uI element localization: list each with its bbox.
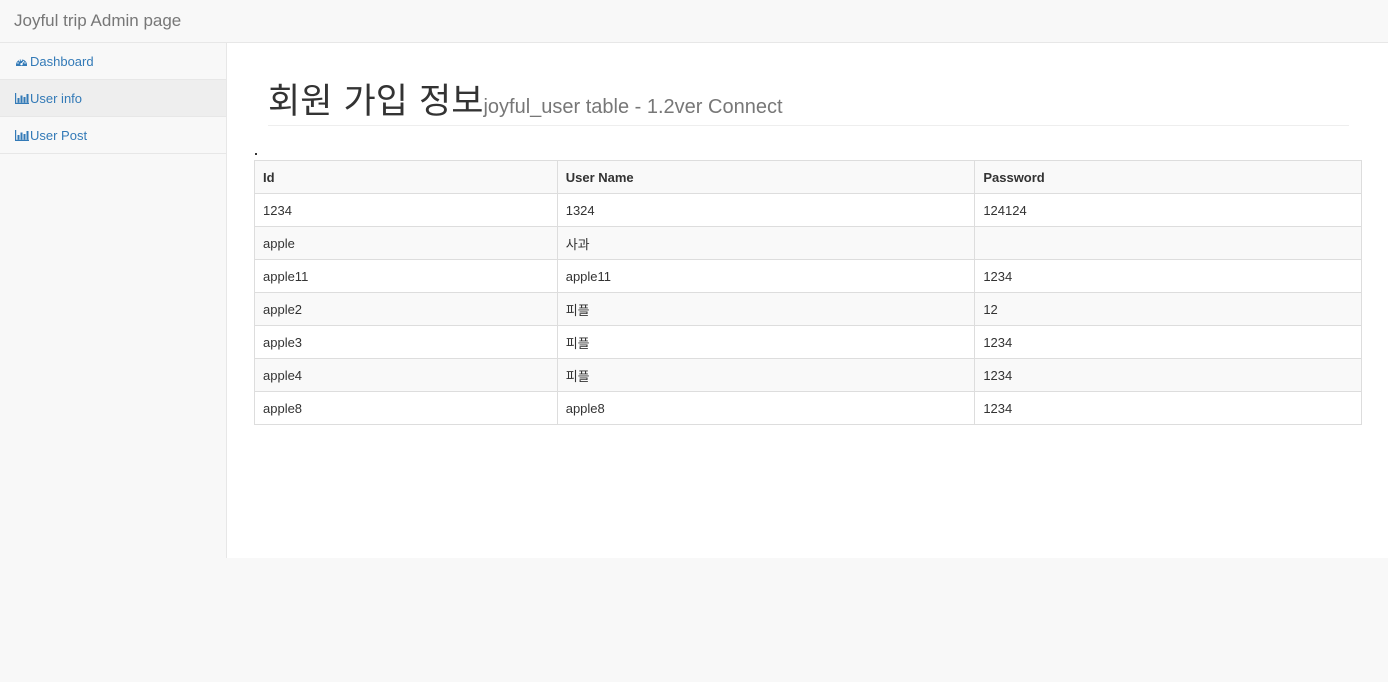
sidebar-item-label: Dashboard xyxy=(30,53,94,69)
cell-user-name: 피플 xyxy=(556,325,976,359)
bar-chart-icon xyxy=(15,92,30,105)
cell-password: 12 xyxy=(974,292,1362,326)
table-row: apple3 피플 1234 xyxy=(254,325,1362,359)
cell-user-name: 피플 xyxy=(556,292,976,326)
user-table: Id User Name Password 1234 1324 124124 a… xyxy=(254,160,1362,425)
main-content: 회원 가입 정보joyful_user table - 1.2ver Conne… xyxy=(227,43,1388,558)
page-title: 회원 가입 정보 xyxy=(268,82,484,122)
cell-user-name: apple11 xyxy=(556,259,976,293)
top-navbar: Joyful trip Admin page xyxy=(0,0,1388,43)
cell-id: apple2 xyxy=(254,292,558,326)
column-header-user-name: User Name xyxy=(556,160,976,194)
cell-id: apple11 xyxy=(254,259,558,293)
column-header-password: Password xyxy=(974,160,1362,194)
bar-chart-icon xyxy=(15,129,30,142)
cell-password: 1234 xyxy=(974,391,1362,425)
table-row: apple11 apple11 1234 xyxy=(254,259,1362,293)
cell-user-name: 사과 xyxy=(556,226,976,260)
brand-link[interactable]: Joyful trip Admin page xyxy=(14,11,181,31)
cell-id: apple8 xyxy=(254,391,558,425)
cell-id: 1234 xyxy=(254,193,558,227)
sidebar-item-label: User info xyxy=(30,90,83,106)
sidebar-item-dashboard[interactable]: Dashboard xyxy=(0,43,226,80)
cell-id: apple xyxy=(254,226,558,260)
cell-user-name: 1324 xyxy=(556,193,976,227)
cell-password: 1234 xyxy=(974,325,1362,359)
cell-password: 124124 xyxy=(974,193,1362,227)
stray-dot xyxy=(255,153,257,155)
table-header-row: Id User Name Password xyxy=(254,160,1362,194)
cell-password xyxy=(974,226,1362,260)
cell-password: 1234 xyxy=(974,259,1362,293)
cell-id: apple4 xyxy=(254,358,558,392)
dashboard-icon xyxy=(15,55,30,68)
table-row: apple8 apple8 1234 xyxy=(254,391,1362,425)
sidebar: Dashboard User info User Post xyxy=(0,43,227,558)
table-row: apple4 피플 1234 xyxy=(254,358,1362,392)
sidebar-item-user-post[interactable]: User Post xyxy=(0,117,226,154)
cell-user-name: apple8 xyxy=(556,391,976,425)
sidebar-item-user-info[interactable]: User info xyxy=(0,80,226,117)
table-row: 1234 1324 124124 xyxy=(254,193,1362,227)
table-row: apple2 피플 12 xyxy=(254,292,1362,326)
table-row: apple 사과 xyxy=(254,226,1362,260)
cell-id: apple3 xyxy=(254,325,558,359)
sidebar-item-label: User Post xyxy=(30,127,88,143)
column-header-id: Id xyxy=(254,160,558,194)
cell-password: 1234 xyxy=(974,358,1362,392)
cell-user-name: 피플 xyxy=(556,358,976,392)
page-header: 회원 가입 정보joyful_user table - 1.2ver Conne… xyxy=(268,73,1349,126)
page-subtitle: joyful_user table - 1.2ver Connect xyxy=(483,96,783,118)
